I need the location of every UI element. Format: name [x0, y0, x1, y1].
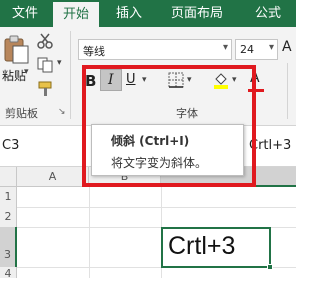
chevron-down-icon[interactable]: ▾: [269, 42, 274, 53]
row-header-1[interactable]: 1: [0, 187, 17, 207]
ribbon-tab-bar: 文件 开始 插入 页面布局 公式: [0, 0, 296, 27]
increase-font-size-icon[interactable]: A: [282, 39, 292, 55]
clipboard-group-label: 剪贴板: [5, 107, 38, 120]
tab-page-layout[interactable]: 页面布局: [160, 0, 234, 27]
column-header-a[interactable]: A: [17, 167, 89, 187]
cut-icon[interactable]: [37, 33, 53, 49]
group-separator: [70, 31, 71, 119]
row-header-3[interactable]: 3: [0, 227, 17, 267]
font-size-value: 24: [240, 43, 254, 56]
gridline: [17, 207, 296, 208]
row-header-4[interactable]: 4: [0, 267, 17, 280]
name-box-value: C3: [2, 138, 20, 153]
highlight-annotation-box: [82, 65, 256, 187]
paste-dropdown-icon[interactable]: ▾: [24, 67, 29, 77]
gridline: [89, 187, 90, 278]
paste-icon[interactable]: [2, 35, 30, 65]
group-separator: [287, 63, 288, 119]
format-painter-icon[interactable]: [37, 81, 55, 97]
select-all-corner[interactable]: [0, 167, 17, 187]
tab-formulas[interactable]: 公式: [240, 0, 296, 27]
tab-insert[interactable]: 插入: [104, 0, 154, 27]
font-size-combobox[interactable]: 24 ▾: [235, 39, 278, 60]
tab-file[interactable]: 文件: [0, 0, 50, 27]
cell-c3-value: Crtl+3: [168, 232, 236, 260]
tab-home[interactable]: 开始: [53, 2, 99, 27]
font-name-combobox[interactable]: 等线 ▾: [78, 39, 232, 60]
name-box[interactable]: C3: [0, 133, 80, 159]
clipboard-dialog-launcher-icon[interactable]: ↘: [58, 107, 66, 117]
fill-handle[interactable]: [267, 264, 273, 270]
font-name-value: 等线: [83, 45, 105, 58]
active-cell-c3[interactable]: Crtl+3: [161, 227, 271, 268]
copy-dropdown-icon[interactable]: ▾: [57, 58, 62, 68]
paste-label[interactable]: 粘贴: [2, 67, 26, 84]
chevron-down-icon[interactable]: ▾: [223, 42, 228, 53]
copy-icon[interactable]: [37, 57, 55, 73]
row-header-2[interactable]: 2: [0, 207, 17, 227]
